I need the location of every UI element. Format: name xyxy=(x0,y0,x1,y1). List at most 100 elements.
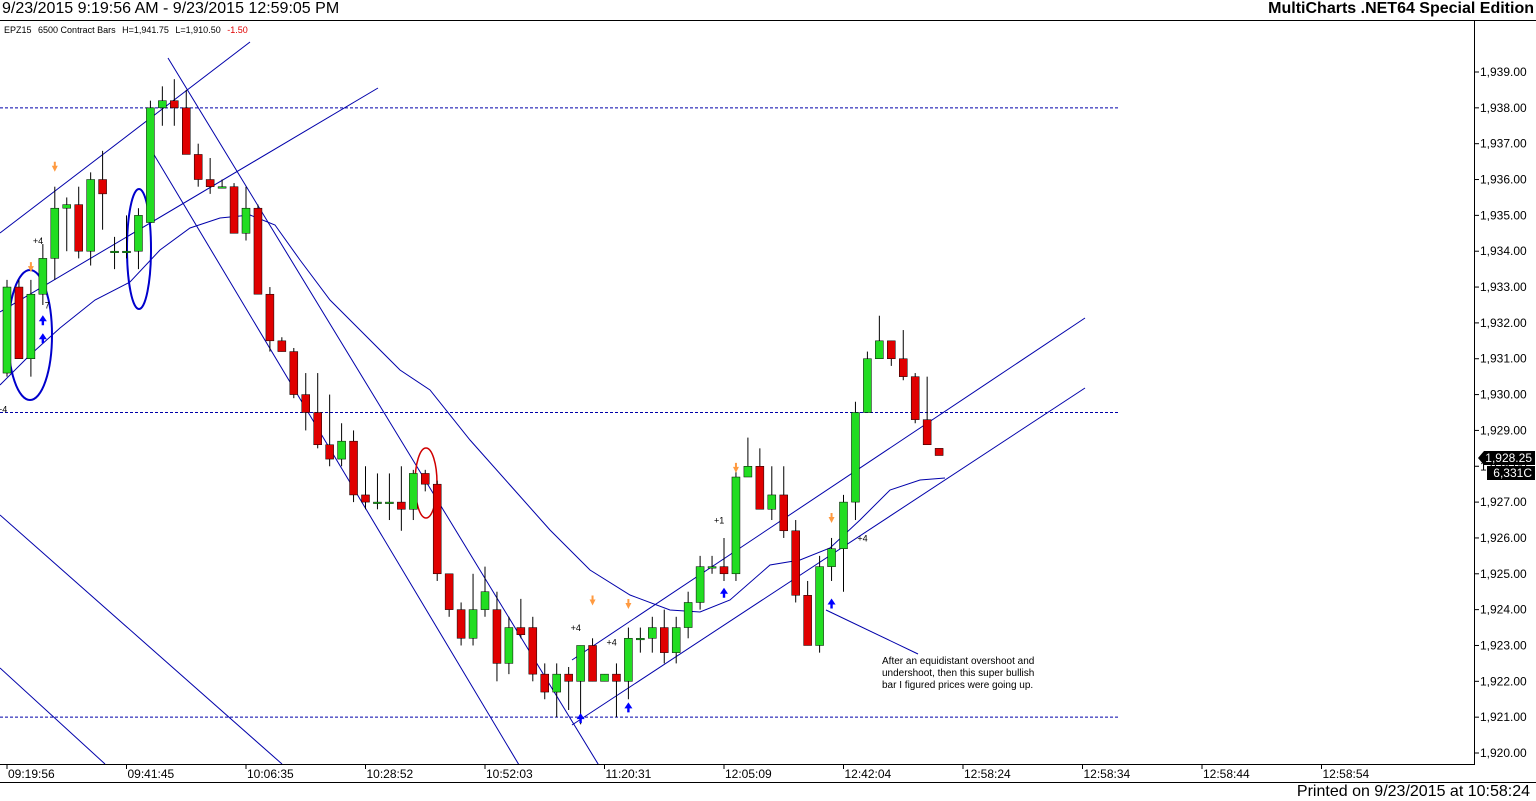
candle-body xyxy=(504,627,514,664)
candle-body xyxy=(397,501,406,510)
candle-body xyxy=(253,207,263,295)
candle-body xyxy=(863,358,872,413)
candle-body xyxy=(755,466,765,510)
candle-body xyxy=(660,627,669,653)
candlestick-chart: EPZ15 6500 Contract Bars H=1,941.75 L=1,… xyxy=(0,20,1536,783)
candle-body xyxy=(922,419,932,446)
y-tick-label: 1,922.00 xyxy=(1480,674,1527,688)
channel-line xyxy=(149,147,520,764)
candle-body xyxy=(600,673,609,682)
x-tick-label: 09:41:45 xyxy=(128,767,175,781)
candle-body xyxy=(588,645,597,682)
y-tick-label: 1,934.00 xyxy=(1480,244,1527,258)
candle-body xyxy=(217,186,227,189)
candle-body xyxy=(612,673,621,682)
x-tick-label: 11:20:31 xyxy=(606,767,652,781)
candle-body xyxy=(516,627,526,635)
annotation-text: After an equidistant overshoot and under… xyxy=(882,656,1037,691)
sell-signal-arrow-icon xyxy=(51,161,58,172)
candle-body xyxy=(683,602,693,628)
candle-body xyxy=(910,376,920,420)
candle-body xyxy=(14,286,24,359)
y-tick-label: 1,938.00 xyxy=(1480,101,1527,115)
candle-body xyxy=(671,627,681,653)
candle-body xyxy=(409,473,418,510)
change-label: -1.50 xyxy=(227,25,248,35)
signal-marks xyxy=(27,161,836,724)
candle-body xyxy=(934,448,944,456)
candle-body xyxy=(110,250,119,253)
buy-signal-arrow-icon xyxy=(38,333,47,344)
candle-body xyxy=(241,207,251,234)
candle-body xyxy=(86,179,95,252)
candle-body xyxy=(576,645,585,682)
printed-footer: Printed on 9/23/2015 at 10:58:24 xyxy=(1296,783,1530,800)
candle-body xyxy=(277,340,287,352)
buy-signal-arrow-icon xyxy=(720,587,728,598)
y-tick-label: 1,929.00 xyxy=(1480,423,1527,437)
candle-body xyxy=(349,440,358,496)
candle-body xyxy=(182,107,191,155)
candle-body xyxy=(899,358,908,377)
y-tick-label: 1,924.00 xyxy=(1480,603,1527,617)
candle-body xyxy=(719,566,729,575)
candle-body xyxy=(2,286,12,374)
candle-body xyxy=(313,412,322,446)
candle-body xyxy=(636,638,645,641)
sell-signal-arrow-icon xyxy=(828,513,835,524)
y-tick-label: 1,932.00 xyxy=(1480,316,1527,330)
bar-label: +4 xyxy=(0,405,7,415)
candle-body xyxy=(875,340,884,359)
y-tick-label: 1,921.00 xyxy=(1480,710,1527,724)
candle-body xyxy=(695,566,705,603)
candles-group xyxy=(2,79,944,725)
buy-signal-arrow-icon xyxy=(827,598,836,609)
candle-body xyxy=(624,638,633,682)
buy-signal-arrow-icon xyxy=(624,702,633,713)
sell-signal-arrow-icon xyxy=(589,595,596,606)
candle-body xyxy=(158,100,167,109)
x-tick-label: 10:28:52 xyxy=(367,767,414,781)
channel-line xyxy=(0,514,283,764)
last-price-text: 1,928.25 xyxy=(1485,451,1532,465)
candle-body xyxy=(528,627,538,675)
channel-line xyxy=(0,667,106,764)
x-tick-label: 12:58:44 xyxy=(1203,767,1250,781)
candle-body xyxy=(564,673,573,682)
channel-line xyxy=(571,317,1086,661)
high-label: H=1,941.75 xyxy=(122,25,169,35)
candle-body xyxy=(827,548,836,567)
candle-body xyxy=(839,501,848,549)
candle-body xyxy=(480,591,490,610)
candle-body xyxy=(170,100,179,109)
candle-body xyxy=(122,250,131,253)
y-tick-label: 1,937.00 xyxy=(1480,137,1527,151)
sell-signal-arrow-icon xyxy=(732,462,739,473)
bar-label: +4 xyxy=(571,623,581,633)
channel-line xyxy=(0,41,251,234)
candle-body xyxy=(444,573,454,610)
candle-body xyxy=(432,483,442,575)
x-tick-label: 10:52:03 xyxy=(486,767,533,781)
candle-body xyxy=(62,204,71,209)
y-tick-label: 1,939.00 xyxy=(1480,65,1527,79)
y-tick-label: 1,926.00 xyxy=(1480,531,1527,545)
candle-body xyxy=(74,204,83,252)
y-tick-label: 1,925.00 xyxy=(1480,567,1527,581)
candle-body xyxy=(193,154,203,180)
candle-body xyxy=(731,476,741,575)
candle-body xyxy=(468,609,478,639)
candle-body xyxy=(205,179,215,187)
last-volume-badge: 6,331C xyxy=(1487,466,1535,480)
candle-body xyxy=(289,351,299,395)
candle-body xyxy=(779,494,788,532)
bar-label: +4 xyxy=(606,637,616,647)
candle-body xyxy=(540,673,549,693)
candle-body xyxy=(134,215,143,252)
candle-body xyxy=(791,530,800,596)
buy-signal-arrow-icon xyxy=(38,315,47,326)
bar-type-label: 6500 Contract Bars xyxy=(38,25,116,35)
moving-average-line xyxy=(0,214,946,613)
x-tick-label: 12:58:24 xyxy=(964,767,1011,781)
candle-body xyxy=(743,466,753,478)
